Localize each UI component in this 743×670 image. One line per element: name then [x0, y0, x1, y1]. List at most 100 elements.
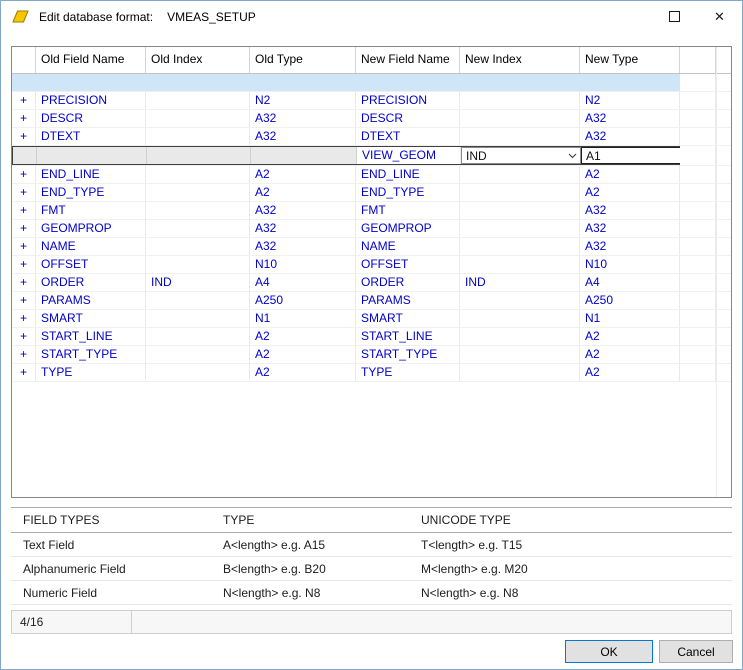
grid-row[interactable]: +GEOMPROPA32GEOMPROPA32: [12, 220, 731, 238]
cell-new-field-name[interactable]: VIEW_GEOM: [357, 147, 461, 164]
cell-new-field-name[interactable]: ORDER: [356, 274, 460, 291]
row-expand-marker[interactable]: [12, 74, 36, 91]
cell-old-type[interactable]: A2: [250, 328, 356, 345]
cell-old-field-name[interactable]: END_LINE: [36, 166, 146, 183]
cell-old-type[interactable]: N10: [250, 256, 356, 273]
cell-old-field-name[interactable]: PRECISION: [36, 92, 146, 109]
cell-new-type[interactable]: A4: [580, 274, 680, 291]
cell-old-index[interactable]: IND: [146, 274, 250, 291]
grid-row[interactable]: +START_TYPEA2START_TYPEA2: [12, 346, 731, 364]
cell-new-field-name[interactable]: TYPE: [356, 364, 460, 381]
grid-row[interactable]: +ORDERINDA4ORDERINDA4: [12, 274, 731, 292]
close-button[interactable]: ✕: [697, 1, 742, 32]
row-expand-marker[interactable]: +: [12, 238, 36, 255]
maximize-button[interactable]: [652, 1, 697, 32]
cell-old-field-name[interactable]: GEOMPROP: [36, 220, 146, 237]
grid-row[interactable]: +PARAMSA250PARAMSA250: [12, 292, 731, 310]
column-header-old-index[interactable]: Old Index: [146, 47, 250, 73]
cell-old-field-name[interactable]: DESCR: [36, 110, 146, 127]
row-expand-marker[interactable]: [13, 147, 37, 164]
cell-new-type[interactable]: N2: [580, 92, 680, 109]
grid-row[interactable]: +PRECISIONN2PRECISIONN2: [12, 92, 731, 110]
cell-new-field-name[interactable]: FMT: [356, 202, 460, 219]
cell-old-type[interactable]: A32: [250, 202, 356, 219]
cell-old-field-name[interactable]: [36, 74, 146, 91]
titlebar[interactable]: Edit database format: VMEAS_SETUP ✕: [1, 1, 742, 32]
cell-old-field-name[interactable]: [37, 147, 147, 164]
cell-new-type[interactable]: A32: [580, 110, 680, 127]
new-type-input[interactable]: [581, 147, 681, 164]
row-expand-marker[interactable]: +: [12, 364, 36, 381]
cell-old-type[interactable]: A2: [250, 184, 356, 201]
cell-new-index[interactable]: [460, 310, 580, 327]
grid-row[interactable]: +END_LINEA2END_LINEA2: [12, 166, 731, 184]
row-expand-marker[interactable]: +: [12, 110, 36, 127]
grid-edit-row[interactable]: VIEW_GEOMIND: [12, 146, 731, 166]
row-expand-marker[interactable]: +: [12, 184, 36, 201]
cell-new-index[interactable]: [460, 238, 580, 255]
cell-new-type[interactable]: A2: [580, 184, 680, 201]
cell-old-field-name[interactable]: SMART: [36, 310, 146, 327]
cell-old-index[interactable]: [146, 256, 250, 273]
cell-old-type[interactable]: A32: [250, 220, 356, 237]
cell-old-type[interactable]: A250: [250, 292, 356, 309]
grid-row[interactable]: +TYPEA2TYPEA2: [12, 364, 731, 382]
row-expand-marker[interactable]: +: [12, 292, 36, 309]
new-index-combobox[interactable]: IND: [461, 147, 581, 164]
grid-row[interactable]: +OFFSETN10OFFSETN10: [12, 256, 731, 274]
grid-row[interactable]: +DESCRA32DESCRA32: [12, 110, 731, 128]
cell-old-field-name[interactable]: NAME: [36, 238, 146, 255]
cell-old-type[interactable]: [250, 74, 356, 91]
cell-old-index[interactable]: [146, 364, 250, 381]
row-expand-marker[interactable]: +: [12, 128, 36, 145]
row-expand-marker[interactable]: +: [12, 346, 36, 363]
row-expand-marker[interactable]: +: [12, 166, 36, 183]
cell-new-field-name[interactable]: START_LINE: [356, 328, 460, 345]
row-expand-marker[interactable]: +: [12, 256, 36, 273]
cell-old-index[interactable]: [146, 128, 250, 145]
cell-new-type[interactable]: A250: [580, 292, 680, 309]
cell-new-field-name[interactable]: OFFSET: [356, 256, 460, 273]
cell-new-index[interactable]: [460, 166, 580, 183]
column-header-old-type[interactable]: Old Type: [250, 47, 356, 73]
cell-old-field-name[interactable]: DTEXT: [36, 128, 146, 145]
row-expand-marker[interactable]: +: [12, 220, 36, 237]
row-expand-marker[interactable]: +: [12, 92, 36, 109]
cell-old-field-name[interactable]: TYPE: [36, 364, 146, 381]
cell-new-field-name[interactable]: DESCR: [356, 110, 460, 127]
cell-new-field-name[interactable]: PRECISION: [356, 92, 460, 109]
cell-old-type[interactable]: A32: [250, 238, 356, 255]
cell-new-field-name[interactable]: GEOMPROP: [356, 220, 460, 237]
cell-old-type[interactable]: A32: [250, 110, 356, 127]
cell-old-field-name[interactable]: START_TYPE: [36, 346, 146, 363]
cell-old-index[interactable]: [146, 292, 250, 309]
cell-old-index[interactable]: [146, 74, 250, 91]
cancel-button[interactable]: Cancel: [659, 640, 733, 663]
grid-row[interactable]: +DTEXTA32DTEXTA32: [12, 128, 731, 146]
cell-old-index[interactable]: [146, 220, 250, 237]
cell-new-index[interactable]: [460, 184, 580, 201]
grid-row[interactable]: +START_LINEA2START_LINEA2: [12, 328, 731, 346]
cell-new-type[interactable]: A32: [580, 202, 680, 219]
cell-new-type[interactable]: A32: [580, 220, 680, 237]
cell-new-index[interactable]: [460, 346, 580, 363]
cell-old-field-name[interactable]: PARAMS: [36, 292, 146, 309]
cell-new-type[interactable]: N1: [580, 310, 680, 327]
cell-new-field-name[interactable]: PARAMS: [356, 292, 460, 309]
cell-new-type[interactable]: A32: [580, 128, 680, 145]
cell-new-index[interactable]: [460, 74, 580, 91]
cell-new-type[interactable]: N10: [580, 256, 680, 273]
cell-old-field-name[interactable]: OFFSET: [36, 256, 146, 273]
cell-new-index[interactable]: [460, 92, 580, 109]
cell-old-index[interactable]: [146, 110, 250, 127]
grid-selected-row[interactable]: [12, 74, 731, 92]
column-header-new-index[interactable]: New Index: [460, 47, 580, 73]
cell-new-field-name[interactable]: START_TYPE: [356, 346, 460, 363]
column-header-new-field-name[interactable]: New Field Name: [356, 47, 460, 73]
cell-old-index[interactable]: [146, 328, 250, 345]
cell-new-type[interactable]: A32: [580, 238, 680, 255]
cell-old-type[interactable]: N1: [250, 310, 356, 327]
cell-new-field-name[interactable]: [356, 74, 460, 91]
cell-new-type[interactable]: [580, 74, 680, 91]
cell-old-field-name[interactable]: FMT: [36, 202, 146, 219]
